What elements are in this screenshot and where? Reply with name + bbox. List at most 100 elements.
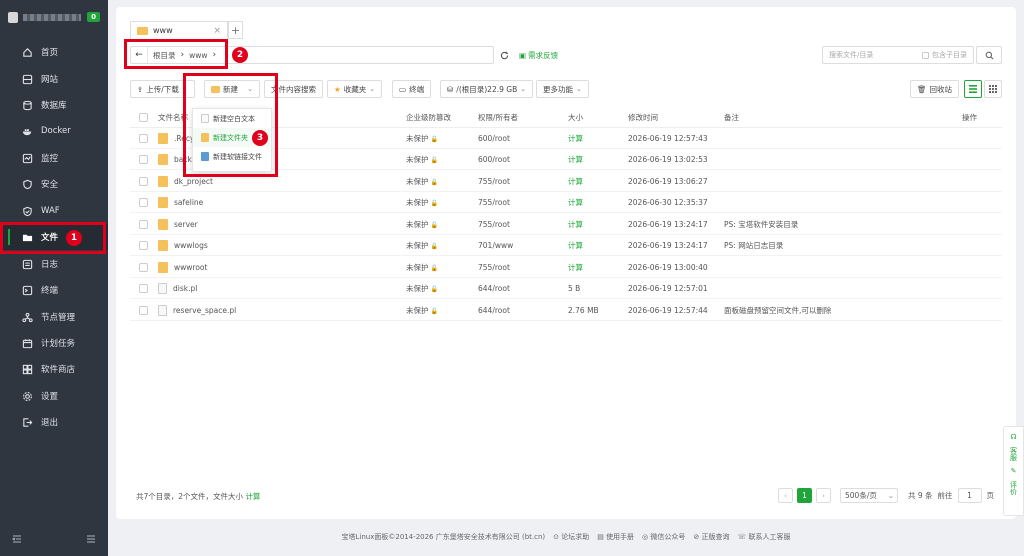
lock-icon[interactable]: 🔓 xyxy=(431,200,438,207)
lock-icon[interactable]: 🔓 xyxy=(431,222,438,229)
lock-icon[interactable]: 🔓 xyxy=(431,243,438,250)
file-note[interactable]: PS: 网站日志目录 xyxy=(724,240,962,251)
back-arrow-icon[interactable]: ← xyxy=(131,50,147,60)
row-checkbox[interactable] xyxy=(130,219,156,229)
disk-button[interactable]: ⛁/(根目录)22.9 GB ⌄ xyxy=(440,80,534,98)
file-perm[interactable]: 701/www xyxy=(478,241,568,250)
file-perm[interactable]: 755/root xyxy=(478,177,568,186)
notification-badge[interactable]: 0 xyxy=(87,12,100,22)
lock-icon[interactable]: 🔓 xyxy=(431,265,438,272)
table-row[interactable]: server 未保护 🔓 755/root 计算 2026-06-19 13:24:17 P… xyxy=(130,214,1002,235)
sidebar-item-security[interactable]: 安全 xyxy=(0,171,108,197)
file-note[interactable]: PS: 宝塔软件安装目录 xyxy=(724,219,962,230)
file-size[interactable]: 计算 xyxy=(568,219,628,230)
wechat-link[interactable]: ◎ 微信公众号 xyxy=(642,532,685,542)
feedback-link[interactable]: ▣ 需求反馈 xyxy=(519,50,558,61)
current-page[interactable]: 1 xyxy=(797,488,812,503)
file-perm[interactable]: 755/root xyxy=(478,220,568,229)
forum-link[interactable]: ⊙ 论坛求助 xyxy=(553,532,589,542)
support-link[interactable]: ☏ 联系人工客服 xyxy=(738,532,791,542)
file-name[interactable]: wwwroot xyxy=(174,263,207,272)
new-blank-text-item[interactable]: 新建空白文本 xyxy=(193,109,271,128)
row-checkbox[interactable] xyxy=(130,197,156,207)
new-symlink-item[interactable]: 新建软链接文件 xyxy=(193,147,271,166)
recycle-bin-button[interactable]: 🗑 回收站 xyxy=(910,80,960,98)
checkbox-box[interactable] xyxy=(922,51,929,59)
sidebar-item-logout[interactable]: 退出 xyxy=(0,409,108,435)
sidebar-item-files[interactable]: 文件 xyxy=(0,224,108,250)
row-checkbox[interactable] xyxy=(130,133,156,143)
favorites-button[interactable]: ★ 收藏夹 ⌄ xyxy=(327,80,383,98)
file-perm[interactable]: 755/root xyxy=(478,198,568,207)
content-search-button[interactable]: 文件内容搜索 xyxy=(264,80,323,98)
license-link[interactable]: ⊘ 正版查询 xyxy=(693,532,729,542)
table-row[interactable]: wwwlogs 未保护 🔓 701/www 计算 2026-06-19 13:24:17 P… xyxy=(130,235,1002,256)
row-checkbox[interactable] xyxy=(130,305,156,315)
calc-size-link[interactable]: 计算 xyxy=(245,492,260,501)
next-page-icon[interactable]: › xyxy=(816,488,831,503)
file-name[interactable]: disk.pl xyxy=(173,284,197,293)
sidebar-item-database[interactable]: 数据库 xyxy=(0,92,108,118)
sidebar-item-monitor[interactable]: 监控 xyxy=(0,145,108,171)
file-perm[interactable]: 644/root xyxy=(478,306,568,315)
new-button[interactable]: 新建 ⌄ xyxy=(204,80,260,98)
file-perm[interactable]: 600/root xyxy=(478,134,568,143)
collapse-sidebar-icon[interactable] xyxy=(11,534,22,546)
terminal-button[interactable]: ▭ 终端 xyxy=(392,80,432,98)
file-name[interactable]: back xyxy=(174,155,192,164)
prev-page-icon[interactable]: ‹ xyxy=(778,488,793,503)
sidebar-item-store[interactable]: 软件商店 xyxy=(0,356,108,382)
refresh-icon[interactable] xyxy=(497,47,511,63)
sidebar-item-cron[interactable]: 计划任务 xyxy=(0,330,108,356)
file-name[interactable]: wwwlogs xyxy=(174,241,208,250)
include-subdir-checkbox[interactable]: 包含子目录 xyxy=(922,50,967,60)
col-mtime[interactable]: 修改时间 xyxy=(628,112,724,123)
table-row[interactable]: disk.pl 未保护 🔓 644/root 5 B 2026-06-19 12:57:0… xyxy=(130,278,1002,299)
more-functions-button[interactable]: 更多功能 ⌄ xyxy=(536,80,589,98)
file-name[interactable]: reserve_space.pl xyxy=(173,306,236,315)
file-size[interactable]: 计算 xyxy=(568,133,628,144)
breadcrumb-current[interactable]: www xyxy=(184,47,212,63)
file-note[interactable]: 面板磁盘预留空间文件,可以删除 xyxy=(724,305,962,316)
file-perm[interactable]: 600/root xyxy=(478,155,568,164)
lock-icon[interactable]: 🔓 xyxy=(431,157,438,164)
file-size[interactable]: 计算 xyxy=(568,197,628,208)
col-size[interactable]: 大小 xyxy=(568,112,628,123)
file-size[interactable]: 计算 xyxy=(568,154,628,165)
lock-icon[interactable]: 🔓 xyxy=(431,308,438,315)
lock-icon[interactable]: 🔓 xyxy=(431,136,438,143)
select-all-checkbox[interactable] xyxy=(130,113,156,122)
file-name[interactable]: server xyxy=(174,220,198,229)
breadcrumb-root[interactable]: 根目录 xyxy=(147,47,181,63)
sidebar-item-logs[interactable]: 日志 xyxy=(0,251,108,277)
close-icon[interactable]: × xyxy=(213,26,221,36)
page-input[interactable]: 1 xyxy=(957,488,982,503)
row-checkbox[interactable] xyxy=(130,176,156,186)
tab-www[interactable]: www × xyxy=(130,21,228,39)
sidebar-item-waf[interactable]: WAF xyxy=(0,198,108,224)
sidebar-item-terminal[interactable]: 终端 xyxy=(0,277,108,303)
row-checkbox[interactable] xyxy=(130,154,156,164)
table-row[interactable]: safeline 未保护 🔓 755/root 计算 2026-06-30 12:35:3… xyxy=(130,192,1002,213)
file-size[interactable]: 计算 xyxy=(568,262,628,273)
file-size[interactable]: 计算 xyxy=(568,176,628,187)
sidebar-item-home[interactable]: 首页 xyxy=(0,39,108,65)
headset-icon[interactable]: ☊ xyxy=(1010,433,1016,441)
sidebar-item-settings[interactable]: 设置 xyxy=(0,383,108,409)
file-perm[interactable]: 644/root xyxy=(478,284,568,293)
menu-settings-icon[interactable] xyxy=(86,534,96,546)
upload-download-button[interactable]: ⇪ 上传/下载 ⌄ xyxy=(130,80,195,98)
per-page-select[interactable]: 500条/页 ⌄ xyxy=(840,488,898,503)
sidebar-item-website[interactable]: 网站 xyxy=(0,66,108,92)
service-label[interactable]: 客服 xyxy=(1009,447,1019,461)
list-view-button[interactable] xyxy=(964,80,982,98)
edit-icon[interactable]: ✎ xyxy=(1011,467,1017,475)
file-name[interactable]: safeline xyxy=(174,198,203,207)
grid-view-button[interactable] xyxy=(984,80,1002,98)
table-row[interactable]: wwwroot 未保护 🔓 755/root 计算 2026-06-19 13:00:40 xyxy=(130,257,1002,278)
add-tab-button[interactable]: + xyxy=(228,21,243,39)
lock-icon[interactable]: 🔓 xyxy=(431,286,438,293)
table-row[interactable]: dk_project 未保护 🔓 755/root 计算 2026-06-19 13:06… xyxy=(130,171,1002,192)
address-bar[interactable]: ← 根目录 › www › xyxy=(130,46,494,64)
row-checkbox[interactable] xyxy=(130,262,156,272)
